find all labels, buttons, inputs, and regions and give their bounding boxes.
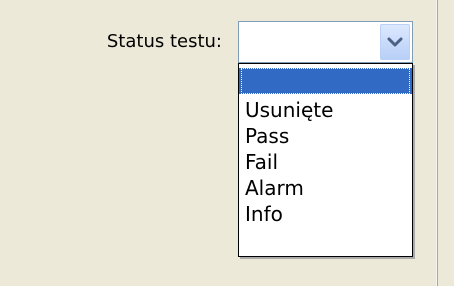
status-option-pass[interactable]: Pass — [239, 124, 412, 149]
status-option-usuniete[interactable]: Usunięte — [239, 98, 412, 123]
status-label: Status testu: — [106, 31, 222, 52]
status-select-dropdown-button[interactable] — [380, 24, 410, 60]
chevron-down-icon — [387, 37, 403, 47]
status-select-value — [247, 30, 377, 54]
status-option-alarm[interactable]: Alarm — [239, 176, 412, 201]
status-dropdown-list: Usunięte Pass Fail Alarm Info — [238, 63, 413, 257]
status-select[interactable] — [238, 21, 413, 63]
right-panel-edge — [438, 0, 454, 286]
status-option-info[interactable]: Info — [239, 202, 412, 227]
status-option-fail[interactable]: Fail — [239, 150, 412, 175]
status-option-empty[interactable] — [239, 68, 412, 94]
